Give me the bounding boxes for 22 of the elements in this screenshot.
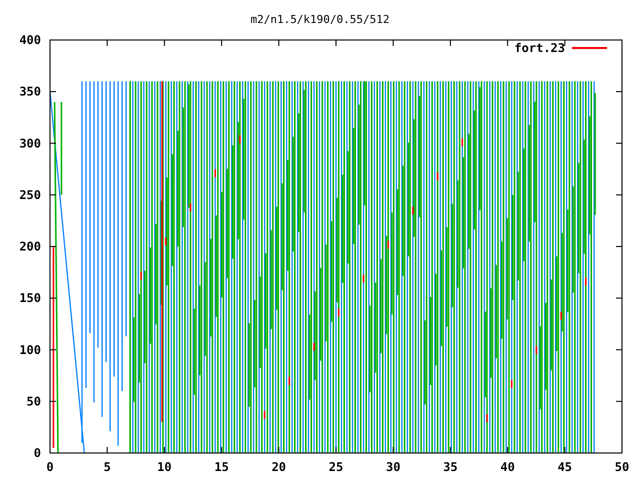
y-tick-label: 250 (19, 188, 41, 202)
y-tick-label: 100 (19, 342, 41, 357)
x-tick-label: 35 (443, 460, 458, 474)
x-tick-label: 30 (386, 460, 400, 474)
y-tick-label: 400 (19, 33, 41, 47)
y-tick-label: 200 (19, 240, 41, 254)
x-tick-label: 20 (272, 460, 286, 474)
y-tick-label: 300 (19, 136, 41, 150)
x-tick-label: 45 (558, 460, 572, 474)
y-tick-label: 0 (34, 446, 41, 460)
x-tick-label: 50 (614, 460, 630, 474)
x-tick-label: 15 (214, 460, 229, 474)
y-tick-label: 50 (26, 394, 41, 408)
x-tick-label: 40 (500, 460, 515, 474)
x-tick-label: 10 (157, 460, 172, 474)
y-tick-label: 350 (19, 84, 41, 99)
legend-label: fort.23 (514, 41, 565, 55)
x-tick-label: 0 (46, 460, 54, 474)
chart-title: m2/n1.5/k190/0.55/512 (250, 13, 390, 26)
y-tick-label: 150 (19, 291, 41, 306)
x-tick-label: 5 (104, 460, 111, 474)
x-tick-label: 25 (328, 460, 344, 474)
